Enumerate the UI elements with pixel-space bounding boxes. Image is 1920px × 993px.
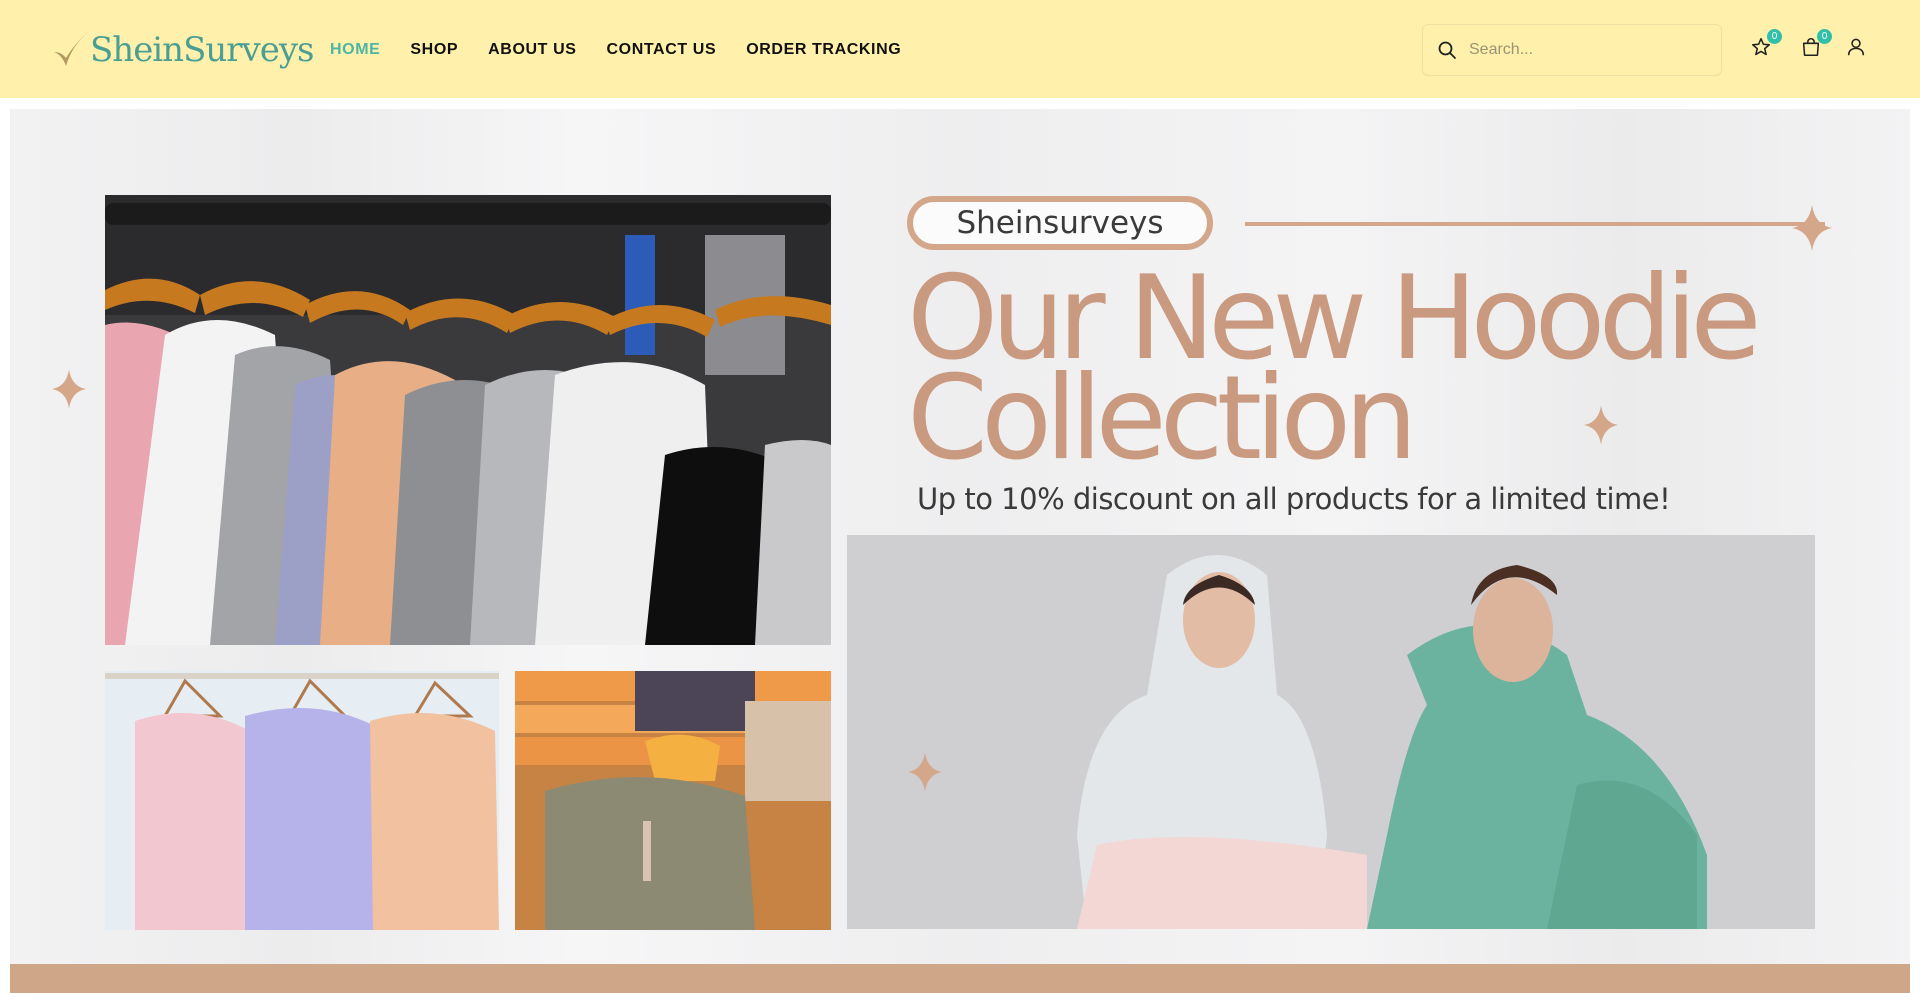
nav-item-about-us[interactable]: ABOUT US	[488, 40, 576, 60]
search-icon[interactable]	[1437, 40, 1457, 60]
checkmark-icon	[54, 32, 89, 66]
account-button[interactable]	[1845, 36, 1869, 60]
nav-item-contact-us[interactable]: CONTACT US	[607, 40, 717, 60]
discount-text: Up to 10% discount on all products for a…	[917, 482, 1671, 516]
brand-logo[interactable]: SheinSurveys	[52, 26, 315, 74]
nav-item-shop[interactable]: SHOP	[410, 40, 458, 60]
models-hoodie-image	[847, 535, 1815, 929]
user-icon	[1847, 38, 1865, 56]
sparkle-icon	[1584, 405, 1618, 445]
hoodie-rack-image	[105, 195, 831, 645]
bottom-accent-strip	[10, 964, 1910, 993]
folded-hoodies-image	[515, 671, 831, 930]
banner-headline: Our New Hoodie Collection	[907, 261, 1807, 477]
wishlist-button[interactable]: 0	[1750, 29, 1782, 60]
sparkle-icon	[908, 752, 942, 792]
wishlist-count-badge: 0	[1767, 29, 1782, 44]
decorative-line	[1245, 222, 1825, 226]
sparkle-icon	[52, 369, 86, 409]
brand-pill-label: Sheinsurveys	[907, 196, 1213, 250]
pastel-hoodies-image	[105, 671, 499, 930]
brand-name: SheinSurveys	[90, 30, 315, 70]
nav-item-order-tracking[interactable]: ORDER TRACKING	[746, 40, 901, 60]
sparkle-icon	[1792, 205, 1832, 251]
nav-item-home[interactable]: HOME	[330, 40, 380, 60]
search-input[interactable]	[1469, 41, 1709, 59]
search-box	[1422, 24, 1722, 76]
site-header: SheinSurveys HOME SHOP ABOUT US CONTACT …	[0, 0, 1920, 98]
cart-count-badge: 0	[1817, 29, 1832, 44]
main-nav: HOME SHOP ABOUT US CONTACT US ORDER TRAC…	[330, 40, 931, 60]
cart-button[interactable]: 0	[1800, 29, 1832, 60]
hero-banner[interactable]: Sheinsurveys Our New Hoodie Collection U…	[10, 109, 1910, 964]
